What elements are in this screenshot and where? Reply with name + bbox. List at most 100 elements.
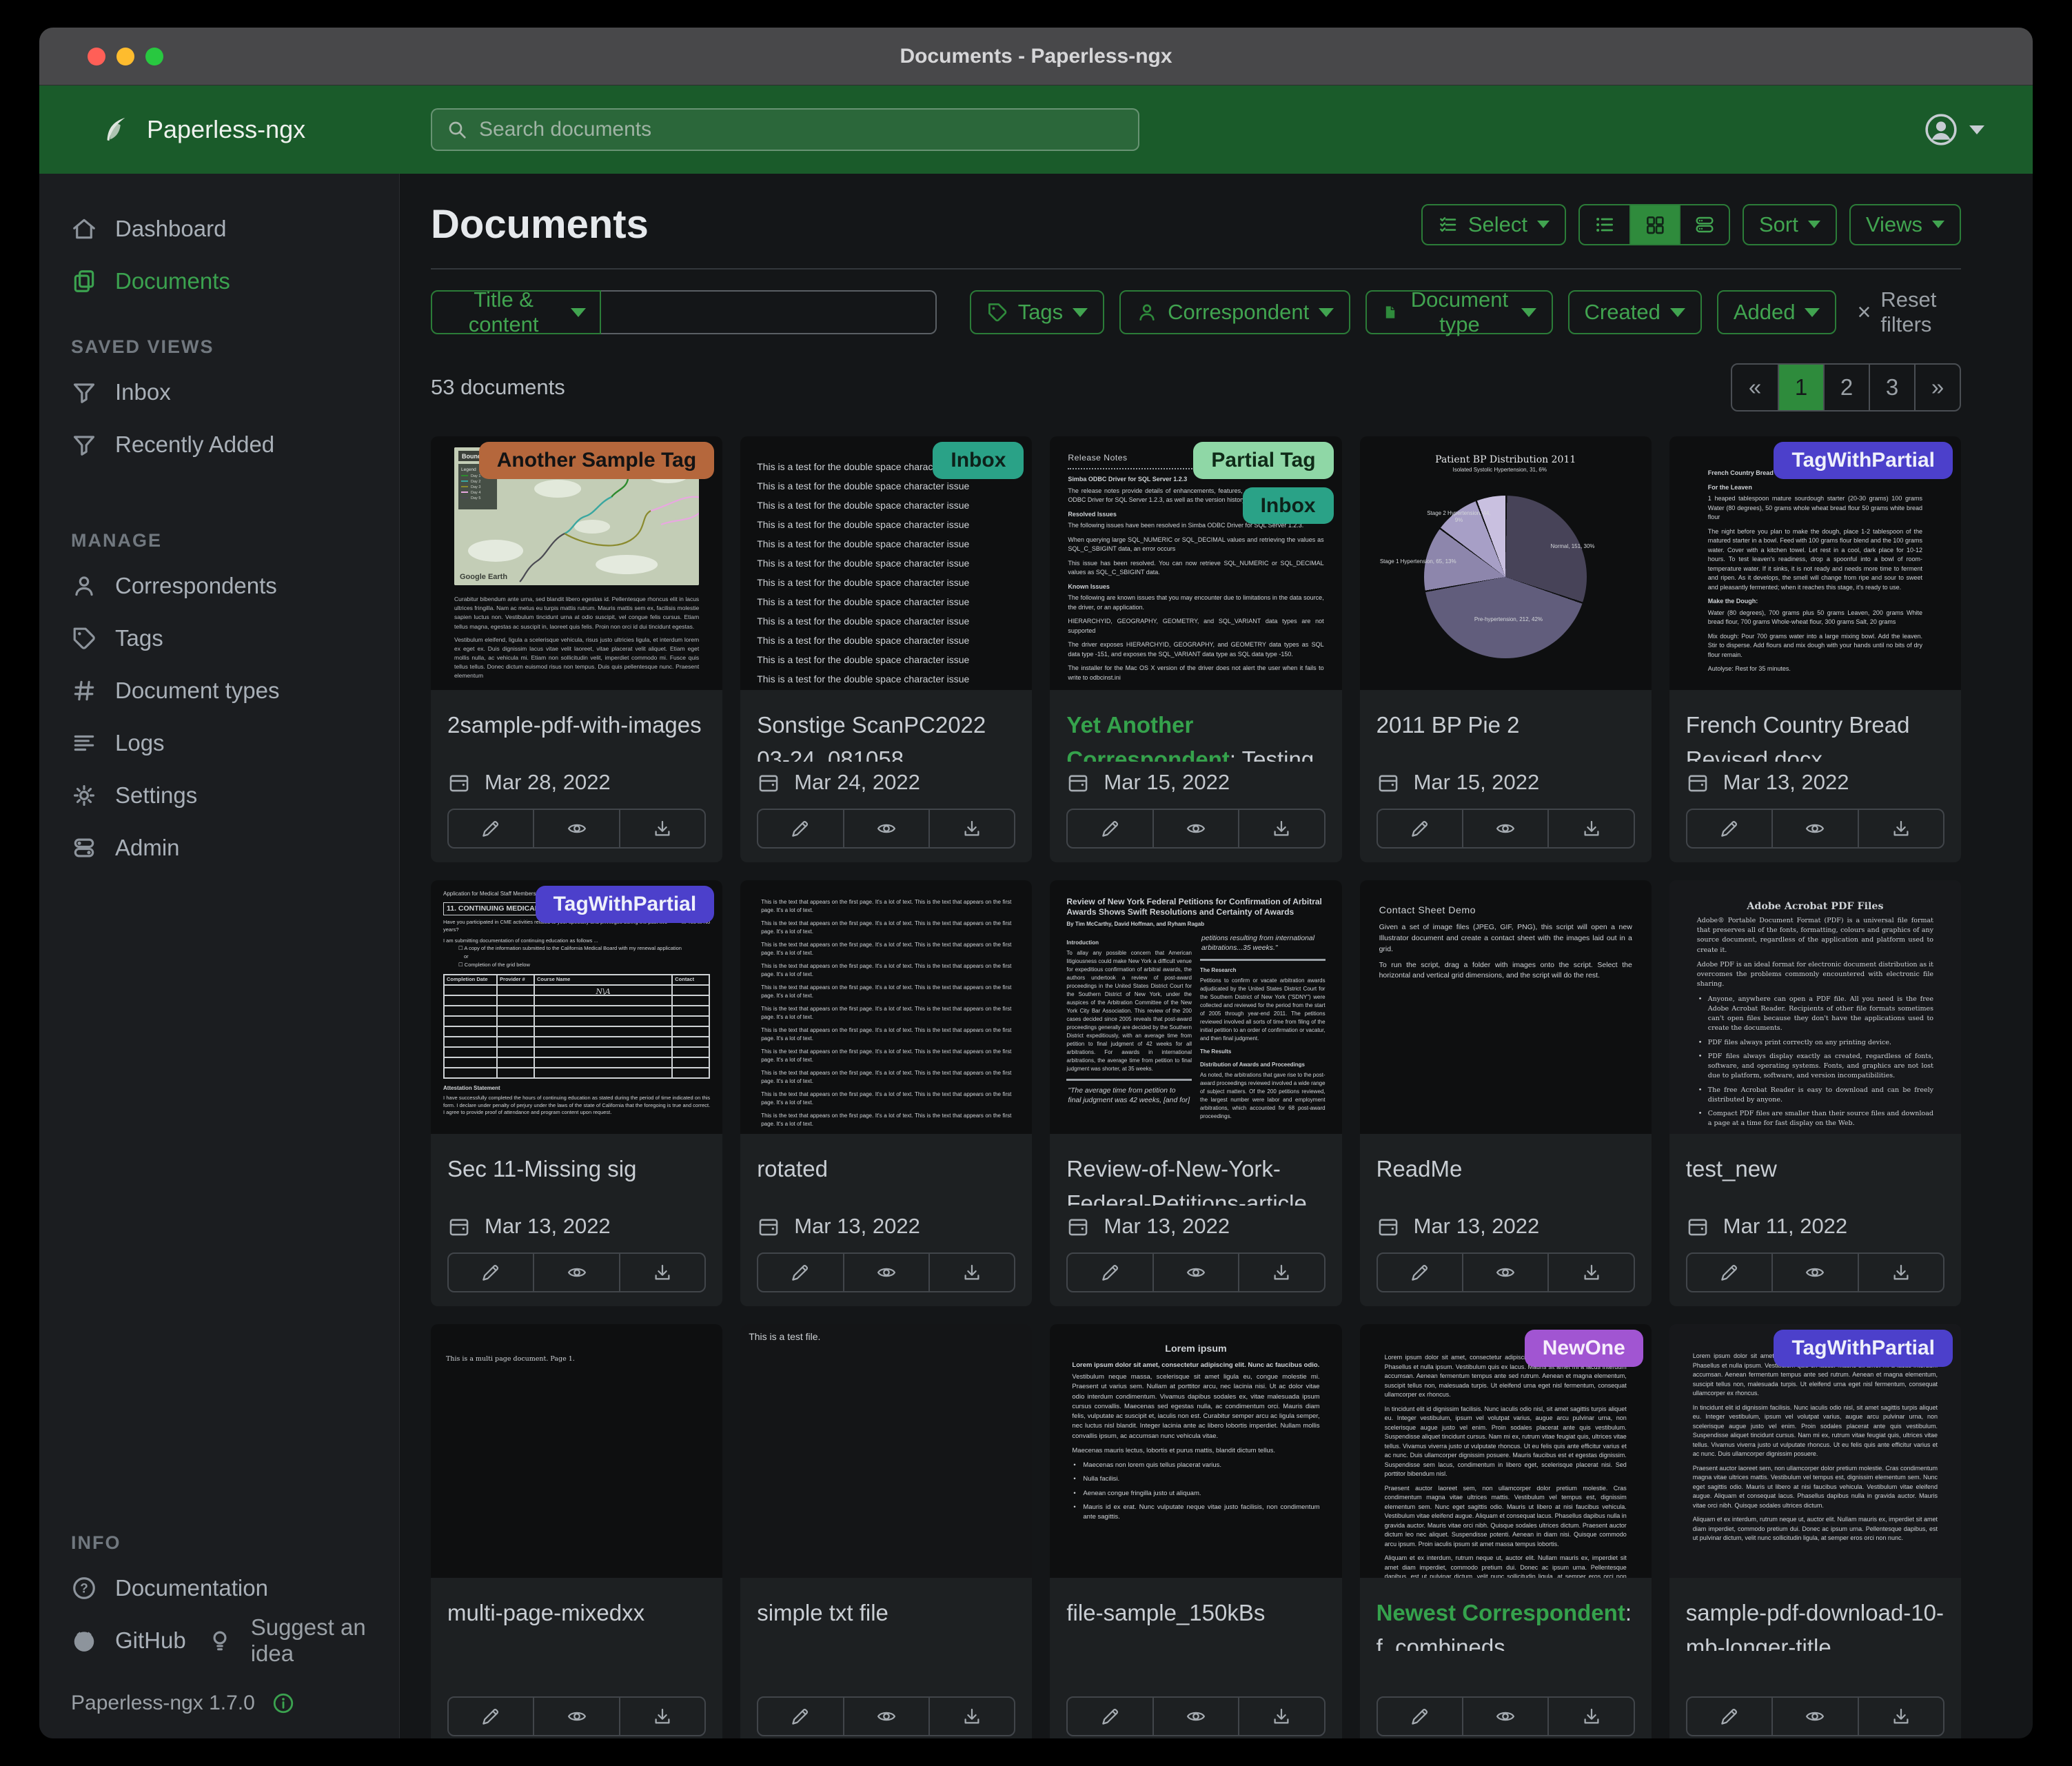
select-button[interactable]: Select xyxy=(1421,204,1566,245)
document-thumbnail[interactable]: Inbox This is a test for the double spac… xyxy=(740,436,1032,690)
edit-button[interactable] xyxy=(1686,1696,1773,1736)
document-card[interactable]: This is a multi page document. Page 1. m… xyxy=(431,1324,722,1738)
document-title[interactable]: Yet Another Correspondent: Testing Email xyxy=(1066,708,1325,762)
download-button[interactable] xyxy=(619,1252,706,1292)
document-thumbnail[interactable]: Lorem ipsumLorem ipsum dolor sit amet, c… xyxy=(1050,1324,1341,1578)
view-button[interactable] xyxy=(1152,1252,1239,1292)
view-button[interactable] xyxy=(533,1252,620,1292)
tag-badge[interactable]: Another Sample Tag xyxy=(479,442,714,479)
search-bar[interactable] xyxy=(431,108,1139,151)
sidebar-item-dashboard[interactable]: Dashboard xyxy=(39,203,399,255)
document-card[interactable]: This is the text that appears on the fir… xyxy=(740,880,1032,1306)
sidebar-item-tags[interactable]: Tags xyxy=(39,612,399,664)
view-button[interactable] xyxy=(1771,1696,1858,1736)
detail-view-button[interactable] xyxy=(1679,205,1729,244)
info-icon[interactable] xyxy=(272,1692,295,1715)
sidebar-item-suggest-idea[interactable]: Suggest an idea xyxy=(186,1614,399,1667)
tag-badge[interactable]: Partial Tag xyxy=(1193,442,1333,479)
view-button[interactable] xyxy=(1462,809,1549,849)
document-title[interactable]: Sonstige ScanPC2022 03-24_081058 xyxy=(757,708,1015,762)
document-title[interactable]: 2011 BP Pie 2 xyxy=(1377,708,1635,762)
document-title[interactable]: ReadMe xyxy=(1377,1152,1635,1206)
sort-button[interactable]: Sort xyxy=(1743,204,1837,245)
document-card[interactable]: Another Sample Tag Boundary Waters TripL… xyxy=(431,436,722,862)
sidebar-item-recently-added[interactable]: Recently Added xyxy=(39,418,399,471)
sidebar-item-github[interactable]: GitHub xyxy=(39,1614,186,1667)
pagination-page-2[interactable]: 2 xyxy=(1823,365,1869,410)
sidebar-item-correspondents[interactable]: Correspondents xyxy=(39,560,399,612)
edit-button[interactable] xyxy=(1066,1696,1153,1736)
sidebar-item-inbox[interactable]: Inbox xyxy=(39,366,399,418)
document-thumbnail[interactable]: Another Sample Tag Boundary Waters TripL… xyxy=(431,436,722,690)
view-button[interactable] xyxy=(1462,1252,1549,1292)
tag-badge[interactable]: TagWithPartial xyxy=(1774,1330,1953,1367)
document-thumbnail[interactable]: This is the text that appears on the fir… xyxy=(740,880,1032,1134)
pagination-prev-button[interactable]: « xyxy=(1732,365,1778,410)
view-button[interactable] xyxy=(843,1252,930,1292)
list-view-button[interactable] xyxy=(1580,205,1629,244)
document-card[interactable]: TagWithPartial Lorem ipsum dolor sit ame… xyxy=(1669,1324,1961,1738)
document-correspondent[interactable]: Newest Correspondent xyxy=(1377,1600,1625,1625)
download-button[interactable] xyxy=(1547,1252,1634,1292)
download-button[interactable] xyxy=(928,1696,1015,1736)
edit-button[interactable] xyxy=(447,809,534,849)
view-button[interactable] xyxy=(843,1696,930,1736)
download-button[interactable] xyxy=(619,809,706,849)
edit-button[interactable] xyxy=(1686,809,1773,849)
document-card[interactable]: Patient BP Distribution 2011Normal, 151,… xyxy=(1360,436,1652,862)
sidebar-item-documentation[interactable]: Documentation xyxy=(39,1562,399,1614)
tag-badge[interactable]: Inbox xyxy=(933,442,1024,479)
document-title[interactable]: French Country Bread Revised.docx xyxy=(1686,708,1944,762)
sidebar-item-logs[interactable]: Logs xyxy=(39,717,399,769)
download-button[interactable] xyxy=(1547,1696,1634,1736)
tag-badge[interactable]: Inbox xyxy=(1243,487,1334,525)
document-card[interactable]: Contact Sheet DemoGiven a set of image f… xyxy=(1360,880,1652,1306)
grid-view-button[interactable] xyxy=(1629,205,1679,244)
download-button[interactable] xyxy=(928,809,1015,849)
view-button[interactable] xyxy=(1462,1696,1549,1736)
document-thumbnail[interactable]: Contact Sheet DemoGiven a set of image f… xyxy=(1360,880,1652,1134)
document-title[interactable]: multi-page-mixedxx xyxy=(447,1596,706,1651)
document-title[interactable]: test_new xyxy=(1686,1152,1944,1206)
app-logo[interactable]: Paperless-ngx xyxy=(100,85,305,174)
document-thumbnail[interactable]: TagWithPartial French Country BreadFor t… xyxy=(1669,436,1961,690)
edit-button[interactable] xyxy=(1066,1252,1153,1292)
tag-badge[interactable]: TagWithPartial xyxy=(536,886,715,923)
edit-button[interactable] xyxy=(757,809,844,849)
download-button[interactable] xyxy=(1238,809,1325,849)
download-button[interactable] xyxy=(1858,1696,1944,1736)
document-thumbnail[interactable]: Partial TagInbox Release NotesSimba ODBC… xyxy=(1050,436,1341,690)
document-correspondent[interactable]: Yet Another Correspondent xyxy=(1066,712,1230,762)
filter-tags-button[interactable]: Tags xyxy=(970,290,1104,334)
document-thumbnail[interactable]: This is a test file. xyxy=(740,1324,1032,1578)
tag-badge[interactable]: NewOne xyxy=(1525,1330,1643,1367)
edit-button[interactable] xyxy=(1066,809,1153,849)
edit-button[interactable] xyxy=(1686,1252,1773,1292)
filter-created-button[interactable]: Created xyxy=(1568,290,1702,334)
document-card[interactable]: TagWithPartial French Country BreadFor t… xyxy=(1669,436,1961,862)
document-card[interactable]: Adobe Acrobat PDF FilesAdobe® Portable D… xyxy=(1669,880,1961,1306)
document-thumbnail[interactable]: This is a multi page document. Page 1. xyxy=(431,1324,722,1578)
edit-button[interactable] xyxy=(447,1696,534,1736)
document-title[interactable]: Review-of-New-York-Federal-Petitions-art… xyxy=(1066,1152,1325,1206)
view-button[interactable] xyxy=(1771,1252,1858,1292)
edit-button[interactable] xyxy=(757,1696,844,1736)
edit-button[interactable] xyxy=(1377,1252,1463,1292)
document-card[interactable]: NewOne Lorem ipsum dolor sit amet, conse… xyxy=(1360,1324,1652,1738)
view-button[interactable] xyxy=(1152,1696,1239,1736)
edit-button[interactable] xyxy=(1377,809,1463,849)
document-title[interactable]: simple txt file xyxy=(757,1596,1015,1651)
download-button[interactable] xyxy=(1858,1252,1944,1292)
user-menu[interactable] xyxy=(1924,85,1984,174)
filter-field-dropdown[interactable]: Title & content xyxy=(431,290,601,334)
view-button[interactable] xyxy=(843,809,930,849)
reset-filters-button[interactable]: × Reset filters xyxy=(1857,287,1961,337)
document-thumbnail[interactable]: Review of New York Federal Petitions for… xyxy=(1050,880,1341,1134)
download-button[interactable] xyxy=(1547,809,1634,849)
document-thumbnail[interactable]: Patient BP Distribution 2011Normal, 151,… xyxy=(1360,436,1652,690)
document-title[interactable]: Newest Correspondent: f_combineds xyxy=(1377,1596,1635,1651)
view-button[interactable] xyxy=(1771,809,1858,849)
download-button[interactable] xyxy=(1238,1696,1325,1736)
document-thumbnail[interactable]: TagWithPartial Lorem ipsum dolor sit ame… xyxy=(1669,1324,1961,1578)
document-thumbnail[interactable]: Adobe Acrobat PDF FilesAdobe® Portable D… xyxy=(1669,880,1961,1134)
